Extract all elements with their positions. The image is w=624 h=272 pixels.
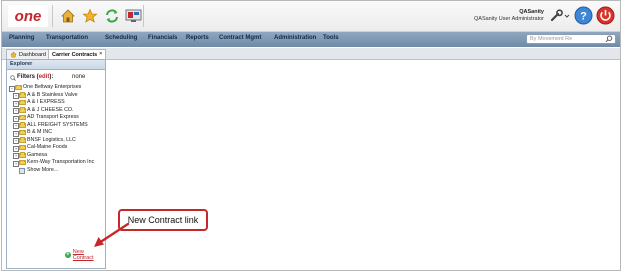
help-icon[interactable]: ?: [574, 6, 593, 25]
callout-text: New Contract link: [127, 215, 199, 225]
folder-icon: [19, 114, 26, 121]
filters-label: Filters (edit):: [17, 74, 54, 80]
favorites-star-icon[interactable]: [80, 6, 99, 25]
tree-node-label: ALL FREIGHT SYSTEMS: [27, 121, 88, 128]
header-divider: [52, 5, 53, 27]
tab-label: Carrier Contracts: [52, 51, 98, 58]
user-info: QASanity QASanity User Administrator: [474, 9, 544, 23]
main-menu-bar: Planning Transportation Scheduling Finan…: [2, 32, 620, 47]
callout-arrow: [94, 223, 130, 247]
menu-planning[interactable]: Planning: [9, 35, 34, 41]
tools-wrench-icon[interactable]: [549, 7, 571, 25]
folder-icon: [19, 159, 26, 166]
header-bar: one QASanity QASanity User Administrator: [2, 1, 620, 32]
tab-carrier-contracts[interactable]: Carrier Contracts ×: [48, 49, 107, 59]
header-icon-group: [58, 6, 143, 25]
tree-node-label: Gamesa: [27, 151, 48, 158]
show-more-node[interactable]: Show More...: [9, 167, 105, 175]
home-icon[interactable]: [58, 6, 77, 25]
tree-node[interactable]: + ALL FREIGHT SYSTEMS: [9, 121, 105, 129]
tree-node[interactable]: + Gamesa: [9, 151, 105, 159]
tree-node-label: A & I EXPRESS: [27, 99, 65, 105]
explorer-panel: Explorer Filters (edit): none − One Belt…: [6, 59, 106, 269]
tree-node-label: AD Transport Express: [27, 114, 79, 120]
new-contract-action: + New Contract: [65, 249, 105, 261]
reports-monitor-icon[interactable]: [124, 6, 143, 25]
tree-node[interactable]: + Kern-Way Transportation Inc: [9, 159, 105, 167]
folder-icon: [19, 144, 26, 151]
user-role: QASanity User Administrator: [474, 16, 544, 22]
filter-magnifier-icon: [10, 74, 16, 81]
tree-node[interactable]: + Cal-Maine Foods: [9, 144, 105, 152]
folder-icon: [19, 99, 26, 106]
menu-reports[interactable]: Reports: [186, 35, 209, 41]
close-icon[interactable]: ×: [99, 52, 102, 57]
menu-transportation[interactable]: Transportation: [46, 35, 88, 41]
global-search-input[interactable]: [527, 35, 606, 43]
search-icon[interactable]: [605, 35, 613, 43]
refresh-icon[interactable]: [102, 6, 121, 25]
filters-label-text: Filters: [17, 74, 36, 80]
logout-power-icon[interactable]: [596, 6, 615, 25]
folder-icon: [19, 107, 26, 113]
tree-node-label: Cal-Maine Foods: [27, 144, 68, 150]
folder-icon: [15, 84, 22, 91]
tree-node-label: Kern-Way Transportation Inc: [27, 159, 95, 165]
menu-scheduling[interactable]: Scheduling: [105, 35, 137, 41]
svg-text:?: ?: [580, 11, 587, 23]
tree-node[interactable]: + B & M INC: [9, 129, 105, 137]
tree-node-label: A & J CHEESE CO.: [27, 106, 74, 113]
add-plus-icon[interactable]: +: [65, 252, 71, 258]
filters-row: Filters (edit): none: [10, 74, 102, 82]
tree-node[interactable]: + A & B Stainless Valve: [9, 91, 105, 99]
header-divider: [143, 5, 144, 27]
logo[interactable]: one: [8, 5, 48, 27]
tree-node[interactable]: + A & J CHEESE CO.: [9, 106, 105, 114]
tree-node[interactable]: + BNSF Logistics, LLC: [9, 136, 105, 144]
explorer-title: Explorer: [7, 60, 105, 70]
menu-financials[interactable]: Financials: [148, 35, 177, 41]
carrier-tree: − One Beltway Enterprises + A & B Stainle…: [9, 84, 105, 174]
filters-edit-link[interactable]: edit: [39, 74, 50, 80]
filters-value: none: [72, 74, 86, 80]
tree-node-label: A & B Stainless Valve: [27, 91, 78, 98]
global-search-box: [526, 34, 616, 44]
folder-icon: [19, 137, 26, 143]
new-contract-link[interactable]: New Contract: [73, 249, 105, 261]
app-window: one QASanity QASanity User Administrator: [1, 0, 621, 271]
menu-contract-mgmt[interactable]: Contract Mgmt: [219, 35, 261, 41]
tree-node[interactable]: + A & I EXPRESS: [9, 99, 105, 107]
user-name: QASanity: [519, 9, 544, 15]
show-more-label: Show More...: [27, 166, 59, 173]
folder-icon: [19, 122, 26, 128]
svg-text:one: one: [15, 8, 42, 25]
menu-administration[interactable]: Administration: [274, 35, 316, 41]
tree-root-node[interactable]: − One Beltway Enterprises: [9, 84, 105, 92]
tree-node-label: One Beltway Enterprises: [23, 84, 82, 90]
folder-icon: [19, 129, 26, 136]
tab-label: Dashboard: [19, 51, 46, 58]
menu-tools[interactable]: Tools: [323, 35, 339, 41]
show-more-icon: [19, 167, 25, 174]
folder-icon: [19, 152, 26, 158]
tree-node-label: B & M INC: [27, 129, 53, 135]
tree-node-label: BNSF Logistics, LLC: [27, 136, 76, 143]
folder-icon: [19, 92, 26, 98]
dashboard-home-icon: [10, 51, 17, 58]
tree-node[interactable]: + AD Transport Express: [9, 114, 105, 122]
